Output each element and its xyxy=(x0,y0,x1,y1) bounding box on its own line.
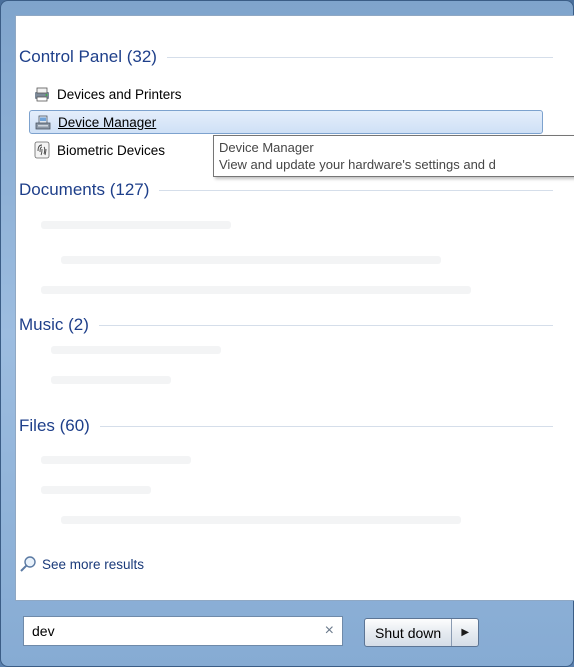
result-biometric-devices[interactable]: Biometric Devices xyxy=(29,138,165,162)
group-header-music[interactable]: Music (2) xyxy=(19,315,553,335)
group-title[interactable]: Files (60) xyxy=(19,416,90,436)
group-header-control-panel[interactable]: Control Panel (32) xyxy=(19,47,553,67)
faded-result xyxy=(41,286,471,294)
tooltip-description: View and update your hardware's settings… xyxy=(219,157,496,172)
fingerprint-icon xyxy=(33,141,51,159)
faded-result xyxy=(51,346,221,354)
see-more-label: See more results xyxy=(42,556,145,572)
result-label: Device Manager xyxy=(58,114,157,130)
group-divider xyxy=(166,56,553,58)
tooltip: Device Manager View and update your hard… xyxy=(213,135,574,177)
group-divider xyxy=(98,324,553,326)
tooltip-title: Device Manager xyxy=(219,140,314,155)
group-divider xyxy=(159,189,553,191)
shutdown-options-arrow-icon[interactable]: ▶ xyxy=(452,619,478,646)
group-title[interactable]: Documents (127) xyxy=(19,180,149,200)
result-label: Biometric Devices xyxy=(57,142,166,158)
faded-result xyxy=(61,516,461,524)
result-devices-and-printers[interactable]: Devices and Printers xyxy=(29,82,182,106)
search-icon xyxy=(19,555,37,573)
result-device-manager[interactable]: Device Manager xyxy=(29,110,543,134)
faded-result xyxy=(41,456,191,464)
printer-icon xyxy=(33,85,51,103)
search-input[interactable] xyxy=(32,623,319,639)
group-title[interactable]: Control Panel (32) xyxy=(19,47,157,67)
shutdown-button[interactable]: Shut down xyxy=(365,619,453,646)
result-label: Devices and Printers xyxy=(57,86,182,102)
device-manager-icon xyxy=(34,113,52,131)
faded-result xyxy=(51,376,171,384)
group-header-documents[interactable]: Documents (127) xyxy=(19,180,553,200)
start-menu: Control Panel (32) Devices and Printers … xyxy=(0,0,574,667)
shutdown-button-group: Shut down ▶ xyxy=(364,618,480,647)
faded-result xyxy=(41,221,231,229)
see-more-results-link[interactable]: See more results xyxy=(19,555,144,573)
group-title[interactable]: Music (2) xyxy=(19,315,89,335)
group-divider xyxy=(99,425,553,427)
faded-result xyxy=(61,256,441,264)
faded-result xyxy=(41,486,151,494)
clear-search-icon[interactable]: × xyxy=(325,622,334,640)
group-header-files[interactable]: Files (60) xyxy=(19,416,553,436)
search-box[interactable]: × xyxy=(23,616,343,646)
